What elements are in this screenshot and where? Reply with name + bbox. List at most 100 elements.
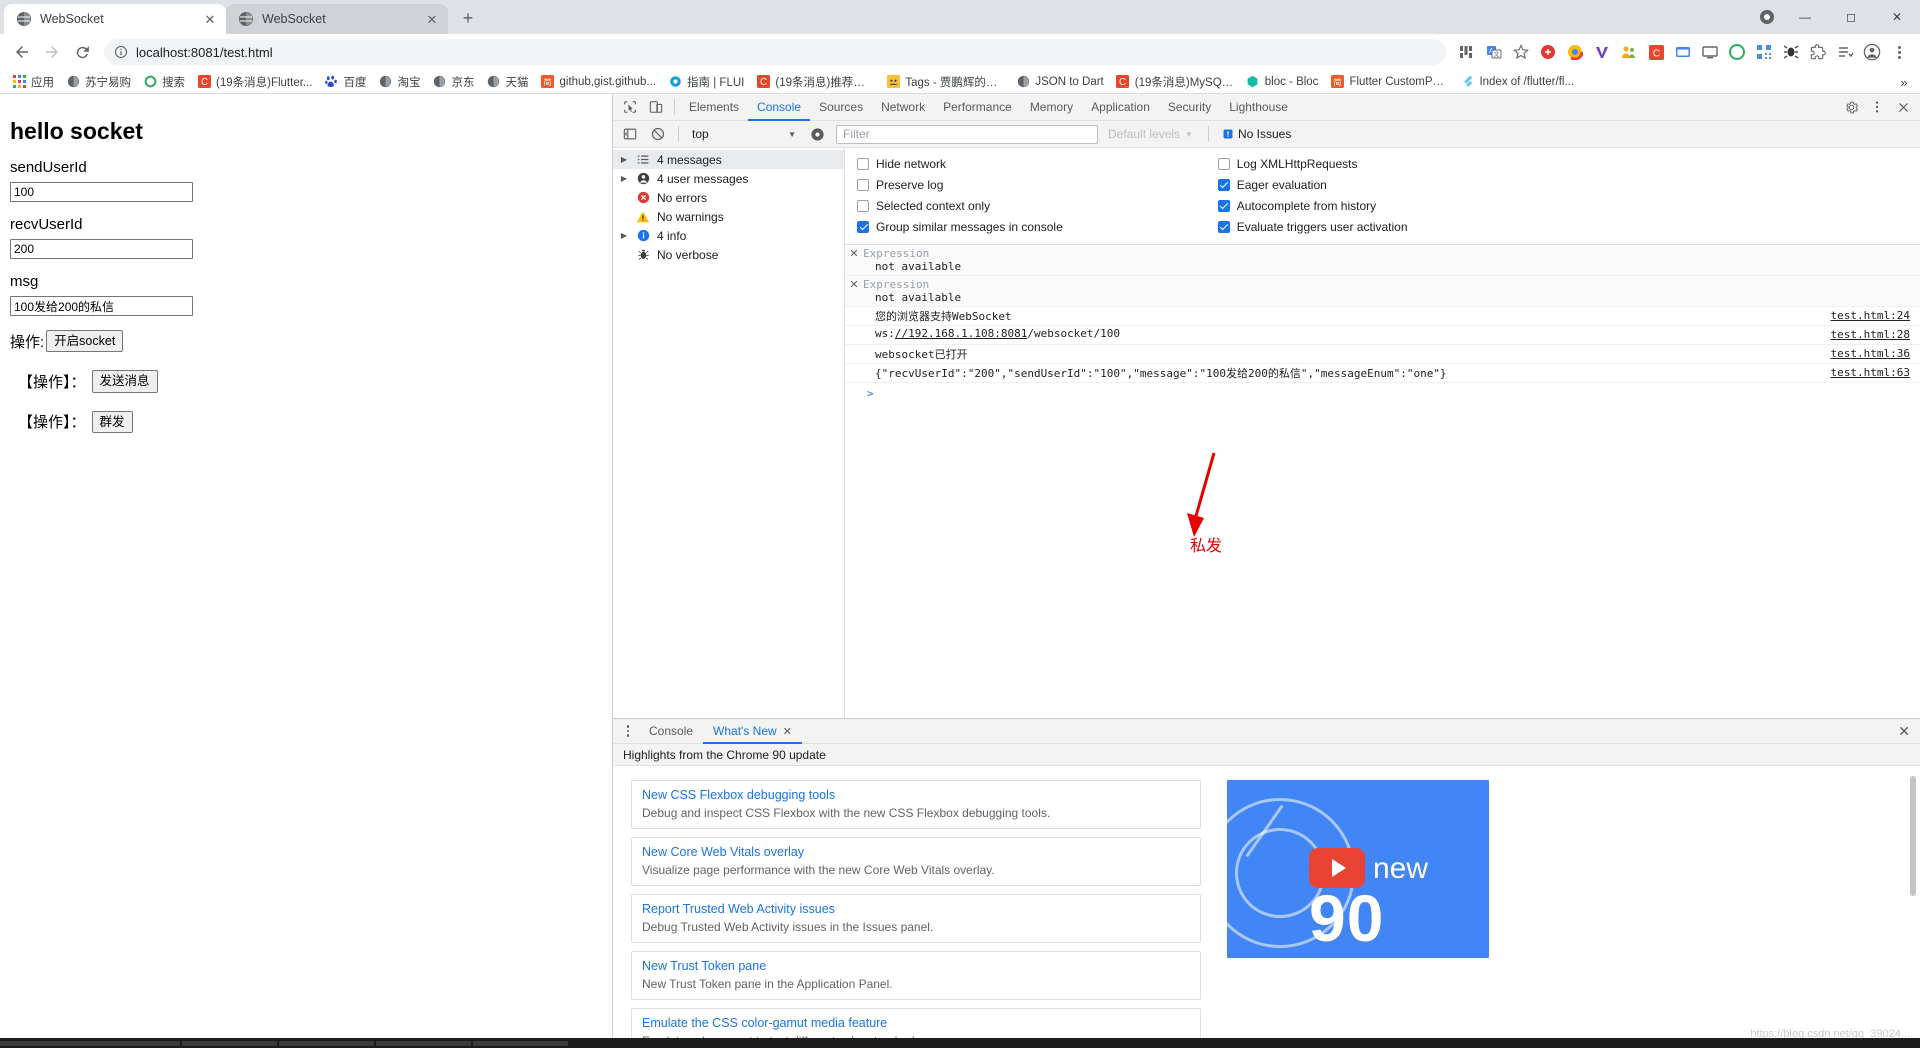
close-icon[interactable]: ✕ <box>845 278 863 291</box>
sidebar-item-user-messages[interactable]: ▶ 4 user messages <box>613 169 844 188</box>
ext-spider-icon[interactable] <box>1778 39 1804 65</box>
devtools-tab-elements[interactable]: Elements <box>680 94 748 121</box>
drawer-scrollbar[interactable] <box>1910 776 1916 896</box>
close-icon[interactable]: ✕ <box>424 11 440 27</box>
bookmark-search[interactable]: 搜索 <box>137 72 191 92</box>
bookmark-csdn-flutter[interactable]: C (19条消息)Flutter... <box>191 72 319 92</box>
ws-host-link[interactable]: //192.168.1.108:8081 <box>895 327 1027 340</box>
bookmark-github-gist[interactable]: 简 github,gist.github... <box>535 73 663 91</box>
live-expression-row[interactable]: ✕ Expression not available <box>845 276 1920 307</box>
msg-input[interactable] <box>10 296 193 316</box>
sidebar-item-messages[interactable]: ▶ 4 messages <box>613 150 844 169</box>
ext-csdn-icon[interactable]: C <box>1643 39 1669 65</box>
clear-console-icon[interactable] <box>645 121 671 147</box>
setting-evaluate-triggers-user-activation[interactable]: Evaluate triggers user activation <box>1217 216 1408 237</box>
setting-selected-context-only[interactable]: Selected context only <box>857 195 1063 216</box>
drawer-menu-icon[interactable] <box>617 725 639 737</box>
forward-button[interactable] <box>38 38 66 66</box>
bookmark-apps[interactable]: 应用 <box>6 72 60 92</box>
ext-v-icon[interactable] <box>1589 39 1615 65</box>
close-icon[interactable]: ✕ <box>845 247 863 260</box>
sidebar-item-info[interactable]: ▶ 4 info <box>613 226 844 245</box>
ext-puzzle-icon[interactable] <box>1805 39 1831 65</box>
device-toolbar-icon[interactable] <box>643 94 669 120</box>
minimize-button[interactable]: — <box>1782 0 1828 34</box>
recvuserid-input[interactable] <box>10 239 193 259</box>
close-icon[interactable]: ✕ <box>783 725 792 738</box>
console-filter-input[interactable]: Filter <box>836 124 1098 144</box>
drawer-close-button[interactable]: ✕ <box>1898 723 1920 740</box>
chevron-right-icon[interactable]: ▶ <box>619 174 629 183</box>
bookmark-bloc[interactable]: bloc - Bloc <box>1240 73 1325 91</box>
checkbox[interactable] <box>857 178 869 191</box>
log-levels-selector[interactable]: Default levels ▼ <box>1100 127 1201 141</box>
checkbox[interactable] <box>857 157 869 170</box>
bookmark-flui[interactable]: 指南 | FLUI <box>662 72 750 92</box>
devtools-tab-network[interactable]: Network <box>872 94 934 121</box>
whats-new-card[interactable]: Report Trusted Web Activity issues Debug… <box>631 894 1201 943</box>
browser-menu-button[interactable] <box>1886 39 1912 65</box>
card-title[interactable]: New CSS Flexbox debugging tools <box>642 788 1190 802</box>
checkbox[interactable] <box>1217 220 1230 233</box>
devtools-close-icon[interactable] <box>1890 94 1916 120</box>
setting-hide-network[interactable]: Hide network <box>857 153 1063 174</box>
setting-log-xmlhttprequests[interactable]: Log XMLHttpRequests <box>1217 153 1408 174</box>
card-title[interactable]: Emulate the CSS color-gamut media featur… <box>642 1016 1190 1030</box>
maximize-button[interactable]: ◻ <box>1828 0 1874 34</box>
chevron-right-icon[interactable]: ▶ <box>619 231 629 240</box>
sidebar-item-verbose[interactable]: No verbose <box>613 245 844 264</box>
devtools-tab-performance[interactable]: Performance <box>934 94 1021 121</box>
checkbox[interactable] <box>1217 199 1230 212</box>
log-source-link[interactable]: test.html:36 <box>1831 347 1910 360</box>
address-bar[interactable]: localhost:8081/test.html <box>104 39 1446 65</box>
ext-people-icon[interactable] <box>1616 39 1642 65</box>
record-circle-icon[interactable] <box>1752 0 1782 34</box>
issues-badge[interactable]: No Issues <box>1216 127 1297 141</box>
bookmark-csdn-recommend[interactable]: C (19条消息)推荐一... <box>750 72 880 92</box>
ext-chrome-icon[interactable] <box>1562 39 1588 65</box>
card-title[interactable]: New Core Web Vitals overlay <box>642 845 1190 859</box>
live-expression-icon[interactable] <box>804 121 830 147</box>
devtools-tab-console[interactable]: Console <box>748 94 810 121</box>
console-prompt[interactable]: > <box>845 383 1920 403</box>
whats-new-card[interactable]: New CSS Flexbox debugging tools Debug an… <box>631 780 1201 829</box>
bookmarks-overflow-button[interactable]: » <box>1894 72 1914 92</box>
checkbox[interactable] <box>857 220 869 233</box>
reload-button[interactable] <box>68 38 96 66</box>
checkbox[interactable] <box>857 199 869 212</box>
ext-monitor-icon[interactable] <box>1697 39 1723 65</box>
sidebar-item-errors[interactable]: No errors <box>613 188 844 207</box>
card-title[interactable]: New Trust Token pane <box>642 959 1190 973</box>
bookmark-jd[interactable]: 京东 <box>427 72 481 92</box>
checkbox[interactable] <box>1217 157 1230 170</box>
drawer-tab-whats-new[interactable]: What's New ✕ <box>703 719 802 744</box>
open-socket-button[interactable]: 开启socket <box>46 330 124 353</box>
devtools-menu-icon[interactable] <box>1864 94 1890 120</box>
broadcast-button[interactable]: 群发 <box>91 410 133 433</box>
grid-extension-icon[interactable] <box>1454 39 1480 65</box>
ext-red-circle-icon[interactable] <box>1535 39 1561 65</box>
live-expression-row[interactable]: ✕ Expression not available <box>845 245 1920 276</box>
setting-preserve-log[interactable]: Preserve log <box>857 174 1063 195</box>
bookmark-index-flutter[interactable]: Index of /flutter/fl... <box>1454 73 1580 91</box>
bookmark-star-icon[interactable] <box>1508 39 1534 65</box>
bookmark-csdn-mysql[interactable]: C (19条消息)MySQL... <box>1110 72 1240 92</box>
whats-new-card[interactable]: New Trust Token pane New Trust Token pan… <box>631 951 1201 1000</box>
back-button[interactable] <box>8 38 36 66</box>
devtools-tab-application[interactable]: Application <box>1082 94 1159 121</box>
ext-window-icon[interactable] <box>1670 39 1696 65</box>
profile-avatar-icon[interactable] <box>1859 39 1885 65</box>
settings-gear-icon[interactable] <box>1838 94 1864 120</box>
devtools-tab-security[interactable]: Security <box>1159 94 1220 121</box>
drawer-tab-console[interactable]: Console <box>639 719 703 744</box>
card-title[interactable]: Report Trusted Web Activity issues <box>642 902 1190 916</box>
browser-tab-1[interactable]: WebSocket ✕ <box>226 4 448 34</box>
close-icon[interactable]: ✕ <box>202 11 218 27</box>
sidebar-item-warnings[interactable]: No warnings <box>613 207 844 226</box>
bookmark-baidu[interactable]: 百度 <box>319 72 373 92</box>
setting-eager-evaluation[interactable]: Eager evaluation <box>1217 174 1408 195</box>
whats-new-promo-image[interactable]: new 90 <box>1227 780 1489 958</box>
devtools-tab-memory[interactable]: Memory <box>1021 94 1082 121</box>
log-source-link[interactable]: test.html:28 <box>1831 328 1910 341</box>
bookmark-json-to-dart[interactable]: JSON to Dart <box>1010 73 1109 91</box>
